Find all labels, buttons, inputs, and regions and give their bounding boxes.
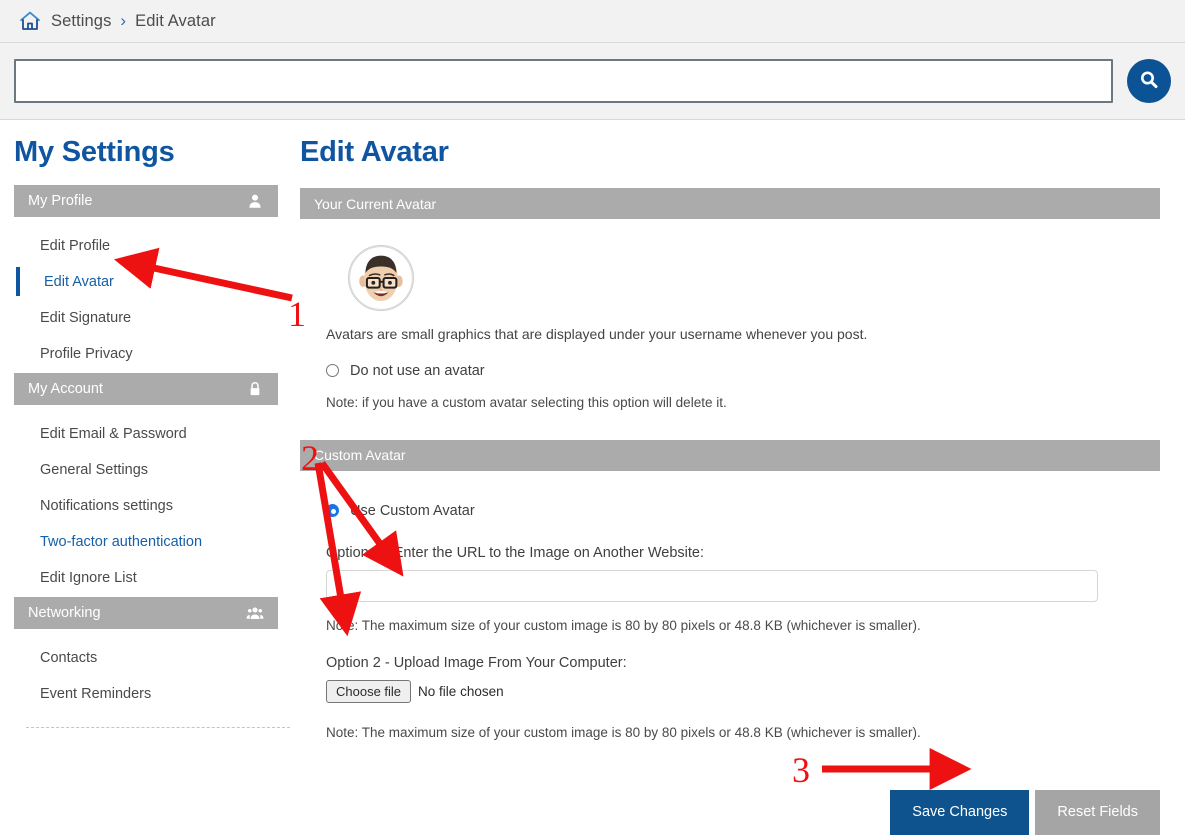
sidebar-item-label: Edit Signature xyxy=(40,310,132,326)
file-upload-row: Choose file No file chosen xyxy=(326,679,1160,703)
sidebar-item-general-settings[interactable]: General Settings xyxy=(14,453,278,487)
no-avatar-note: Note: if you have a custom avatar select… xyxy=(326,394,727,410)
search-input[interactable] xyxy=(14,59,1113,103)
use-custom-avatar-radio-row[interactable]: Use Custom Avatar xyxy=(326,503,1160,519)
sidebar-section-my-profile: My Profile xyxy=(14,185,278,217)
avatar-description: Avatars are small graphics that are disp… xyxy=(326,326,868,342)
panel-header-current-avatar: Your Current Avatar xyxy=(300,188,1160,219)
sidebar-item-label: Edit Profile xyxy=(40,238,111,254)
breadcrumb-separator-icon: › xyxy=(120,11,127,30)
sidebar-item-label: Edit Ignore List xyxy=(40,570,137,586)
sidebar-section-networking: Networking xyxy=(14,597,278,629)
sidebar-list-networking: Contacts Event Reminders xyxy=(14,641,278,711)
breadcrumb: Settings › Edit Avatar xyxy=(0,0,1185,43)
sidebar-list-my-profile: Edit Profile Edit Avatar Edit Signature … xyxy=(14,229,278,371)
sidebar-item-edit-avatar[interactable]: Edit Avatar xyxy=(14,265,278,299)
panel-body-custom-avatar: Use Custom Avatar Option 1 - Enter the U… xyxy=(300,471,1160,746)
no-avatar-radio-row[interactable]: Do not use an avatar xyxy=(326,363,1160,379)
sidebar-item-label: Edit Email & Password xyxy=(40,426,187,442)
main-content: Edit Avatar Your Current Avatar Avatars … xyxy=(300,128,1185,835)
sidebar-item-edit-email-password[interactable]: Edit Email & Password xyxy=(14,417,278,451)
sidebar-item-label: Contacts xyxy=(40,650,98,666)
avatar xyxy=(348,245,1160,311)
sidebar-item-notifications-settings[interactable]: Notifications settings xyxy=(14,489,278,523)
avatar-url-input[interactable] xyxy=(326,569,1098,602)
panel-body-current-avatar: Avatars are small graphics that are disp… xyxy=(300,219,1160,416)
no-avatar-label[interactable]: Do not use an avatar xyxy=(350,363,485,379)
home-icon[interactable] xyxy=(18,9,42,33)
breadcrumb-item-edit-avatar[interactable]: Edit Avatar xyxy=(135,12,216,31)
sidebar-item-profile-privacy[interactable]: Profile Privacy xyxy=(14,337,278,371)
sidebar-item-label: General Settings xyxy=(40,462,149,478)
sidebar-section-label: Networking xyxy=(28,605,101,621)
sidebar-item-label: Notifications settings xyxy=(40,498,173,514)
choose-file-button[interactable]: Choose file xyxy=(326,679,412,703)
panel-header-custom-avatar: Custom Avatar xyxy=(300,439,1160,471)
no-avatar-radio[interactable] xyxy=(326,364,339,378)
sidebar: My Settings My Profile Edit Profile Edit… xyxy=(0,128,300,835)
page-title: Edit Avatar xyxy=(300,136,449,168)
file-status-text: No file chosen xyxy=(418,683,504,699)
sidebar-section-my-account: My Account xyxy=(14,373,278,405)
sidebar-item-two-factor-authentication[interactable]: Two-factor authentication xyxy=(14,525,278,559)
sidebar-item-label: Two-factor authentication xyxy=(40,534,203,550)
option2-note: Note: The maximum size of your custom im… xyxy=(326,724,921,740)
people-icon xyxy=(246,604,264,622)
sidebar-item-contacts[interactable]: Contacts xyxy=(14,641,278,675)
search-button[interactable] xyxy=(1127,59,1171,103)
option2-label: Option 2 - Upload Image From Your Comput… xyxy=(326,654,627,671)
breadcrumb-item-settings[interactable]: Settings xyxy=(51,12,111,31)
sidebar-item-label: Edit Avatar xyxy=(44,274,114,290)
lock-icon xyxy=(246,380,264,398)
form-actions: Save Changes Reset Fields xyxy=(300,789,1160,835)
sidebar-list-my-account: Edit Email & Password General Settings N… xyxy=(14,417,278,595)
sidebar-section-label: My Account xyxy=(28,381,103,397)
option1-note: Note: The maximum size of your custom im… xyxy=(326,617,921,633)
sidebar-divider xyxy=(26,727,290,728)
search-icon xyxy=(1137,68,1161,95)
use-custom-avatar-label[interactable]: Use Custom Avatar xyxy=(350,503,475,519)
search-bar xyxy=(0,43,1185,120)
option1-label: Option 1 - Enter the URL to the Image on… xyxy=(326,544,705,561)
sidebar-item-edit-signature[interactable]: Edit Signature xyxy=(14,301,278,335)
sidebar-item-label: Profile Privacy xyxy=(40,346,133,362)
sidebar-item-event-reminders[interactable]: Event Reminders xyxy=(14,677,278,711)
sidebar-item-label: Event Reminders xyxy=(40,686,152,702)
sidebar-item-edit-profile[interactable]: Edit Profile xyxy=(14,229,278,263)
sidebar-section-label: My Profile xyxy=(28,193,93,209)
memoji-avatar-image xyxy=(348,245,414,311)
reset-fields-button[interactable]: Reset Fields xyxy=(1035,789,1160,835)
use-custom-avatar-radio[interactable] xyxy=(326,504,339,518)
save-changes-button[interactable]: Save Changes xyxy=(890,789,1030,835)
sidebar-title: My Settings xyxy=(14,136,175,168)
sidebar-item-edit-ignore-list[interactable]: Edit Ignore List xyxy=(14,561,278,595)
user-icon xyxy=(246,192,264,210)
